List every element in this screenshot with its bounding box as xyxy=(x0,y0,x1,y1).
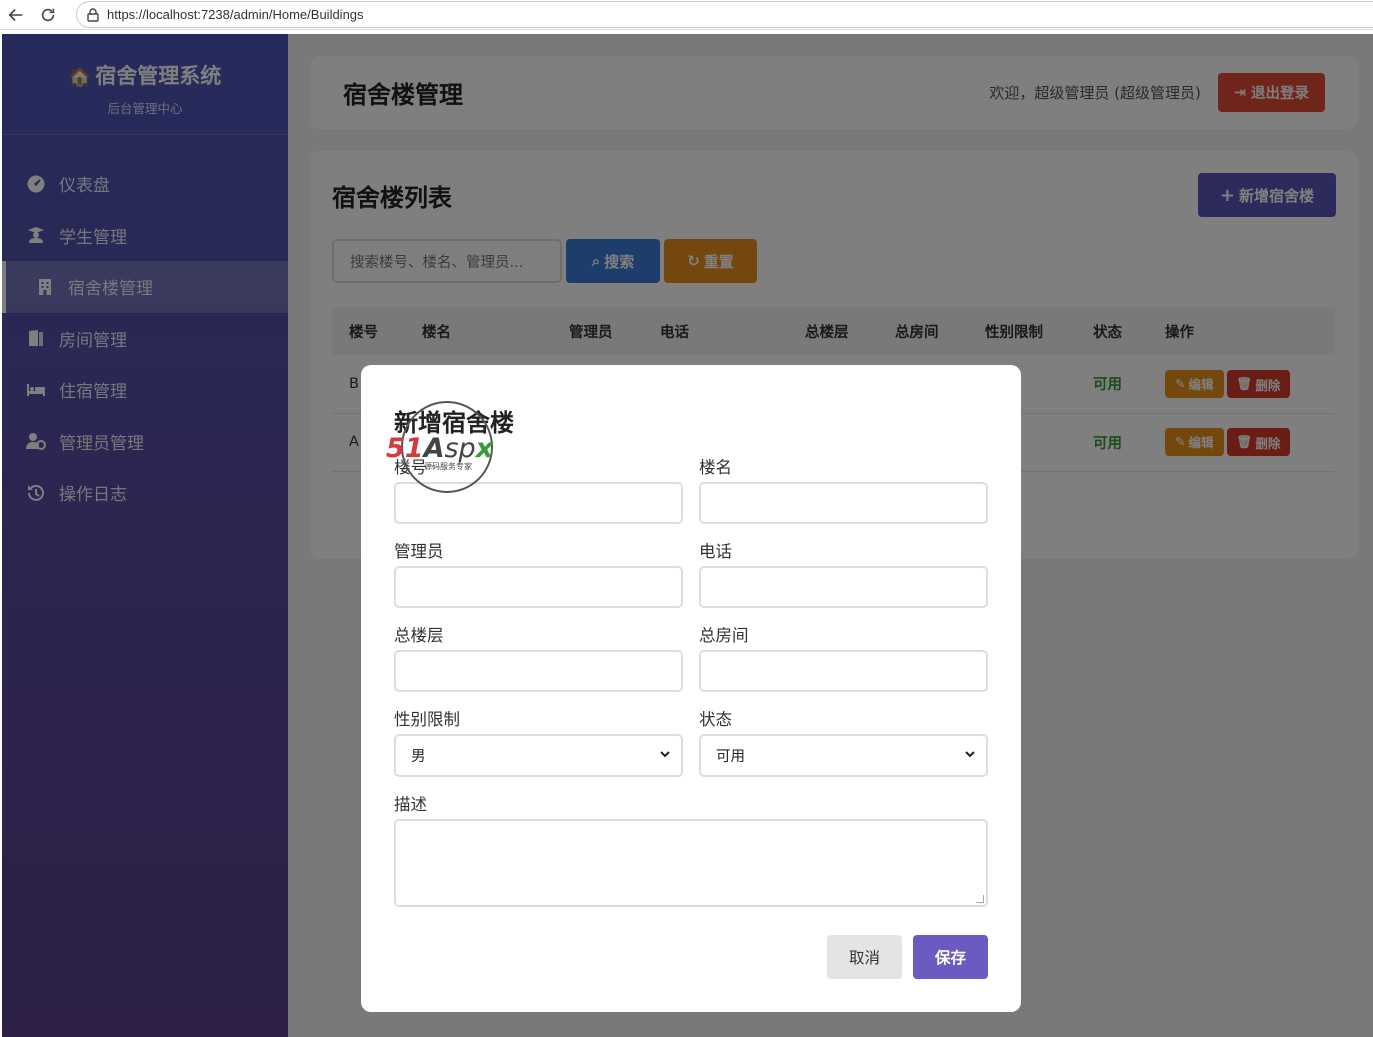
status-select[interactable]: 可用 xyxy=(699,734,988,777)
url-text: https://localhost:7238/admin/Home/Buildi… xyxy=(107,7,364,22)
description-textarea[interactable] xyxy=(394,819,988,907)
total-rooms-input[interactable] xyxy=(699,650,988,692)
browser-toolbar: https://localhost:7238/admin/Home/Buildi… xyxy=(0,0,1373,30)
chevron-down-icon xyxy=(964,748,976,764)
modal-title: 新增宿舍楼 xyxy=(394,409,514,437)
add-building-modal: 新增宿舍楼 楼号 楼名 管理员 电话 总楼层 总房间 性别限制 男 状态 可用 … xyxy=(361,365,1021,1012)
cancel-button[interactable]: 取消 xyxy=(827,935,902,979)
description-label: 描述 xyxy=(394,795,427,814)
modal-form: 楼号 楼名 管理员 电话 总楼层 总房间 性别限制 男 状态 可用 xyxy=(394,454,988,791)
building-name-label: 楼名 xyxy=(699,458,732,477)
manager-label: 管理员 xyxy=(394,542,444,561)
address-bar[interactable]: https://localhost:7238/admin/Home/Buildi… xyxy=(76,1,1373,28)
phone-input[interactable] xyxy=(699,566,988,608)
back-icon[interactable] xyxy=(0,0,32,30)
lock-icon xyxy=(87,7,99,22)
total-floors-input[interactable] xyxy=(394,650,683,692)
building-code-input[interactable] xyxy=(394,482,683,524)
building-name-input[interactable] xyxy=(699,482,988,524)
total-floors-label: 总楼层 xyxy=(394,626,444,645)
gender-limit-select[interactable]: 男 xyxy=(394,734,683,777)
status-value: 可用 xyxy=(716,749,745,765)
status-label: 状态 xyxy=(699,710,732,729)
gender-limit-label: 性别限制 xyxy=(394,710,460,729)
phone-label: 电话 xyxy=(699,542,732,561)
manager-input[interactable] xyxy=(394,566,683,608)
reload-icon[interactable] xyxy=(32,0,64,30)
resize-handle[interactable] xyxy=(976,895,984,903)
chevron-down-icon xyxy=(659,748,671,764)
building-code-label: 楼号 xyxy=(394,458,427,477)
save-button[interactable]: 保存 xyxy=(913,935,988,979)
total-rooms-label: 总房间 xyxy=(699,626,749,645)
gender-limit-value: 男 xyxy=(411,749,426,765)
